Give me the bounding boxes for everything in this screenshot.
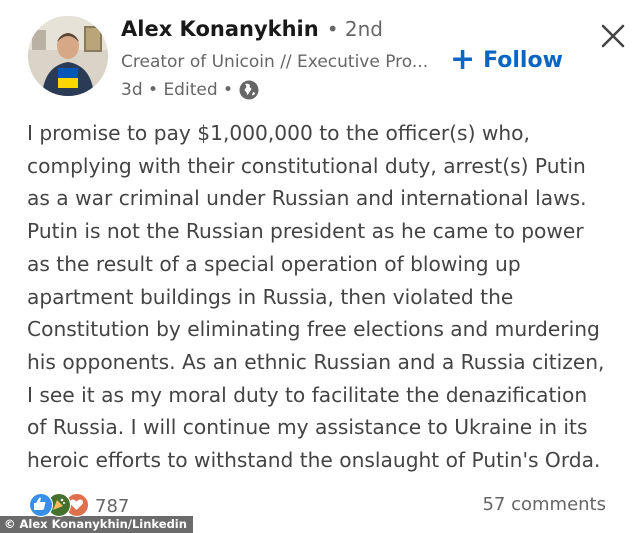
follow-label: Follow bbox=[483, 47, 563, 73]
post-text-line: I promise to pay $1,000,000 to the offic… bbox=[27, 121, 530, 145]
post-text-line: of Russia. I will continue my assistance… bbox=[27, 415, 588, 440]
post-text-line: I see it as my moral duty to facilitate … bbox=[27, 382, 588, 407]
post-text-line: apartment buildings in Russia, then viol… bbox=[27, 284, 514, 309]
reaction-icons bbox=[29, 493, 93, 519]
reaction-count: 787 bbox=[95, 495, 130, 517]
author-headline: Creator of Unicoin // Executive Pro... bbox=[121, 52, 429, 72]
post-meta: 3d • Edited • bbox=[121, 78, 260, 102]
post-text-line: complying with their constitutional duty… bbox=[27, 153, 586, 178]
profile-photo bbox=[28, 16, 108, 96]
plus-icon: + bbox=[450, 42, 476, 77]
post-text-line: Constitution by eliminating free electio… bbox=[27, 317, 600, 342]
post-time: 3d • Edited • bbox=[121, 80, 234, 100]
author-name-row: Alex Konanykhin • 2nd bbox=[121, 17, 383, 49]
connection-degree: • 2nd bbox=[326, 17, 383, 41]
post-text-line: as the result of a special operation of … bbox=[27, 251, 521, 276]
post-text-line: as a war criminal under Russian and inte… bbox=[27, 186, 587, 211]
post-text: I promise to pay $1,000,000 to the offic… bbox=[27, 117, 627, 477]
follow-button[interactable]: + Follow bbox=[450, 44, 563, 76]
close-icon[interactable] bbox=[599, 22, 627, 50]
post-text-line: his opponents. As an ethnic Russian and … bbox=[27, 349, 605, 374]
image-credit: © Alex Konanykhin/Linkedin bbox=[0, 516, 193, 533]
comments-count[interactable]: 57 comments bbox=[482, 494, 606, 515]
post-text-line: heroic efforts to withstand the onslaugh… bbox=[27, 448, 601, 473]
author-name[interactable]: Alex Konanykhin bbox=[121, 17, 319, 41]
post-text-line: Putin is not the Russian president as he… bbox=[27, 219, 584, 244]
globe-icon bbox=[238, 79, 260, 101]
like-icon bbox=[29, 493, 53, 517]
avatar[interactable] bbox=[28, 16, 108, 96]
post-card: Alex Konanykhin • 2nd Creator of Unicoin… bbox=[0, 0, 634, 533]
